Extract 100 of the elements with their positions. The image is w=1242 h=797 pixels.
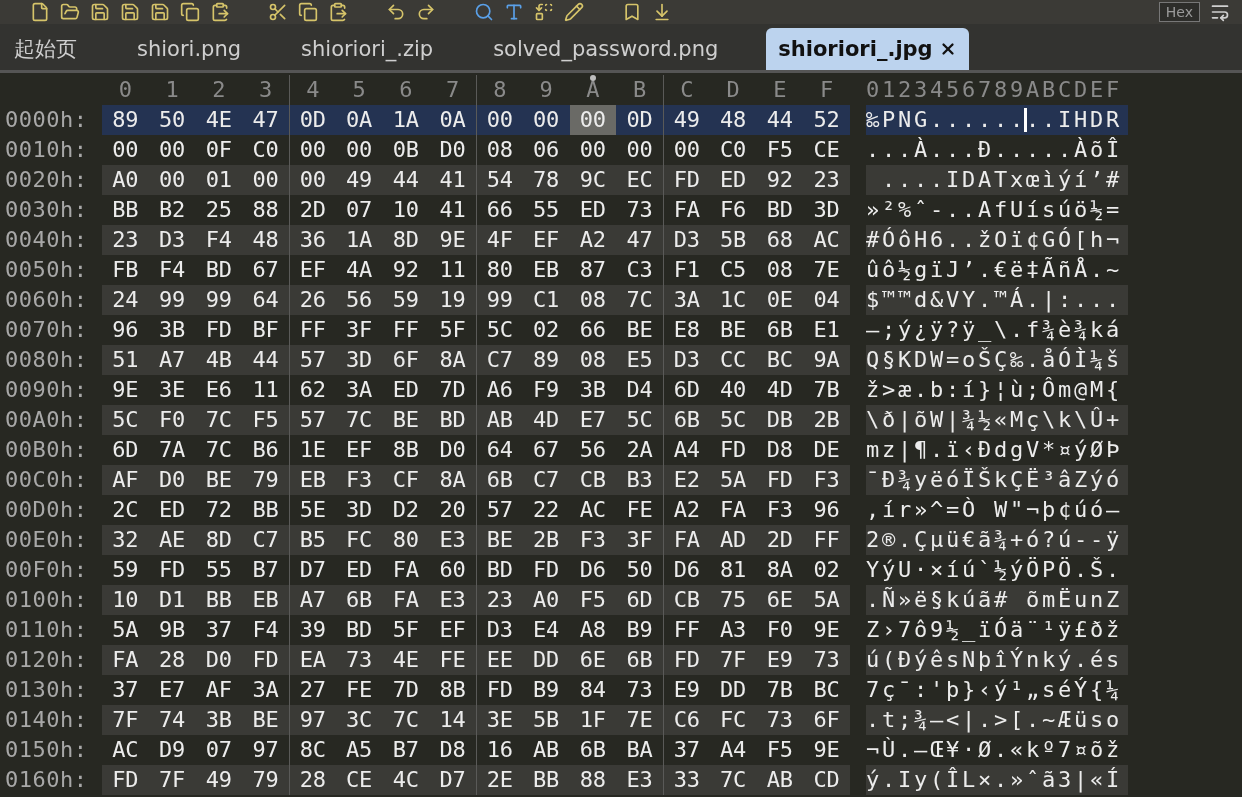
hex-byte[interactable]: EB [242,585,289,615]
hex-byte[interactable]: F5 [242,405,289,435]
hex-byte[interactable]: CD [803,765,850,795]
hex-byte[interactable]: B3 [616,465,663,495]
hex-byte[interactable]: C3 [616,255,663,285]
hex-byte[interactable]: EB [289,465,336,495]
hex-byte[interactable]: 07 [195,735,243,765]
hex-byte[interactable]: A0 [522,585,570,615]
hex-byte[interactable]: 0D [289,105,336,135]
hex-byte[interactable]: E7 [148,675,196,705]
hex-byte[interactable]: 5C [102,405,149,435]
hex-byte[interactable]: 00 [242,165,289,195]
hex-byte[interactable]: BD [756,195,804,225]
search-icon[interactable] [474,2,494,22]
hex-byte[interactable]: BB [195,585,243,615]
hex-byte[interactable]: 04 [803,285,850,315]
pencil-icon[interactable] [564,2,584,22]
hex-byte[interactable]: E3 [429,525,476,555]
hex-byte[interactable]: F5 [756,135,804,165]
hex-byte[interactable]: D0 [429,435,476,465]
hex-byte[interactable]: 7F [709,645,757,675]
hex-byte[interactable]: 75 [709,585,757,615]
hex-byte[interactable]: B9 [522,675,570,705]
hex-byte[interactable]: 00 [569,135,617,165]
hex-byte[interactable]: 36 [289,225,336,255]
hex-byte[interactable]: DB [756,405,804,435]
hex-byte[interactable]: 9E [803,735,850,765]
hex-byte[interactable]: 6B [476,465,523,495]
hex-byte[interactable]: FE [335,675,383,705]
hex-byte[interactable]: 4F [476,225,523,255]
hex-byte[interactable]: CF [382,465,430,495]
hex-byte[interactable]: 3F [616,525,663,555]
hex-byte[interactable]: 73 [616,675,663,705]
hex-byte[interactable]: FA [382,585,430,615]
hex-byte[interactable]: EC [616,165,663,195]
hex-byte[interactable]: 4A [335,255,383,285]
hex-byte[interactable]: B6 [242,435,289,465]
hex-byte[interactable]: BD [429,405,476,435]
hex-byte[interactable]: 19 [429,285,476,315]
hex-byte[interactable]: F3 [335,465,383,495]
hex-byte[interactable]: AC [803,225,850,255]
hex-byte[interactable]: 23 [102,225,149,255]
hex-byte[interactable]: 8A [756,555,804,585]
hex-byte[interactable]: FD [756,465,804,495]
hex-byte[interactable]: E1 [803,315,850,345]
hex-byte[interactable]: 6D [102,435,149,465]
hex-byte[interactable]: 6B [569,735,617,765]
hex-byte[interactable]: 3A [242,675,289,705]
font-icon[interactable] [504,2,524,22]
hex-byte[interactable]: 57 [289,345,336,375]
hex-byte[interactable]: 3B [569,375,617,405]
folder-icon[interactable] [60,2,80,22]
file-tab[interactable]: solved_password.png [481,28,731,70]
hex-byte[interactable]: 02 [803,555,850,585]
hex-byte[interactable]: EF [522,225,570,255]
hex-byte[interactable]: 7C [195,435,243,465]
hex-byte[interactable]: E5 [616,345,663,375]
hex-byte[interactable]: 7D [429,375,476,405]
hex-byte[interactable]: E3 [616,765,663,795]
file-tab[interactable]: shioriori_.zip [289,28,446,70]
hex-byte[interactable]: 5A [803,585,850,615]
hex-byte[interactable]: FD [663,645,710,675]
hex-byte[interactable]: AB [756,765,804,795]
paste-icon[interactable] [328,2,348,22]
hex-byte[interactable]: F3 [803,465,850,495]
hex-byte[interactable]: 14 [429,705,476,735]
hex-byte[interactable]: 72 [195,495,243,525]
hex-byte[interactable]: D4 [616,375,663,405]
hex-byte[interactable]: ED [148,495,196,525]
save-icon[interactable] [90,2,110,22]
hex-byte[interactable]: 88 [569,765,617,795]
hex-byte[interactable]: 4D [522,405,570,435]
hex-byte[interactable]: 7C [382,705,430,735]
hex-byte[interactable]: 6E [756,585,804,615]
hex-byte[interactable]: 8A [429,465,476,495]
hex-byte[interactable]: 48 [709,105,757,135]
hex-byte[interactable]: 2E [476,765,523,795]
hex-byte[interactable]: AD [709,525,757,555]
hex-byte[interactable]: C0 [242,135,289,165]
hex-byte[interactable]: 26 [289,285,336,315]
hex-byte[interactable]: BC [803,675,850,705]
hex-byte[interactable]: FD [195,315,243,345]
hex-byte[interactable]: 44 [242,345,289,375]
hex-byte[interactable]: 40 [709,375,757,405]
download-icon[interactable] [652,2,672,22]
hex-byte[interactable]: BB [522,765,570,795]
hex-byte[interactable]: 73 [803,645,850,675]
hex-byte[interactable]: 5B [522,705,570,735]
hex-byte[interactable]: 4D [756,375,804,405]
hex-byte[interactable]: 64 [242,285,289,315]
hex-byte[interactable]: 97 [289,705,336,735]
hex-byte[interactable]: 7E [803,255,850,285]
hex-byte[interactable]: 00 [335,135,383,165]
hex-byte[interactable]: C7 [522,465,570,495]
hex-byte[interactable]: 89 [522,345,570,375]
hex-byte[interactable]: AB [476,405,523,435]
hex-byte[interactable]: B7 [242,555,289,585]
hex-byte[interactable]: 7B [803,375,850,405]
hex-byte[interactable]: 9E [429,225,476,255]
hex-byte[interactable]: 3E [148,375,196,405]
